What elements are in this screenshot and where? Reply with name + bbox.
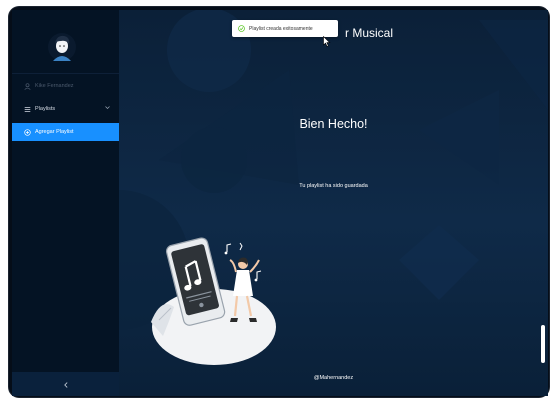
add-circle-icon [23, 128, 31, 136]
sidebar-item-label: Kike Fernandez [35, 83, 74, 89]
user-icon [23, 82, 31, 90]
toast-text: Playlist creada exitosamente [249, 25, 313, 32]
sidebar-item-playlists[interactable]: Playlists [12, 100, 119, 118]
success-heading: Bien Hecho! [299, 117, 368, 131]
list-icon [23, 105, 31, 113]
sidebar-item-label: Agregar Playlist [35, 129, 74, 135]
sidebar-divider [12, 73, 119, 74]
check-circle-icon [238, 25, 245, 32]
scrollbar-thumb[interactable] [541, 325, 545, 363]
sidebar-collapse-button[interactable] [12, 372, 119, 396]
music-illustration [151, 237, 276, 365]
footer-credit: @Mahernandez [313, 375, 354, 381]
mouse-cursor-icon [323, 34, 331, 52]
chevron-down-icon [105, 105, 110, 112]
chevron-left-icon [63, 375, 69, 393]
sidebar-item-user[interactable]: Kike Fernandez [12, 77, 119, 95]
app-window: Kike Fernandez Playlists Agregar Playlis… [12, 10, 548, 396]
app-title: r Musical [345, 26, 394, 40]
avatar [48, 33, 76, 61]
success-message: Tu playlist ha sido guardada [299, 183, 368, 189]
sidebar-item-label: Playlists [35, 106, 56, 112]
sidebar: Kike Fernandez Playlists Agregar Playlis… [12, 10, 119, 396]
main-content: Playlist creada exitosamente r Musical B… [119, 10, 548, 396]
sidebar-item-agregar-playlist[interactable]: Agregar Playlist [12, 123, 119, 141]
